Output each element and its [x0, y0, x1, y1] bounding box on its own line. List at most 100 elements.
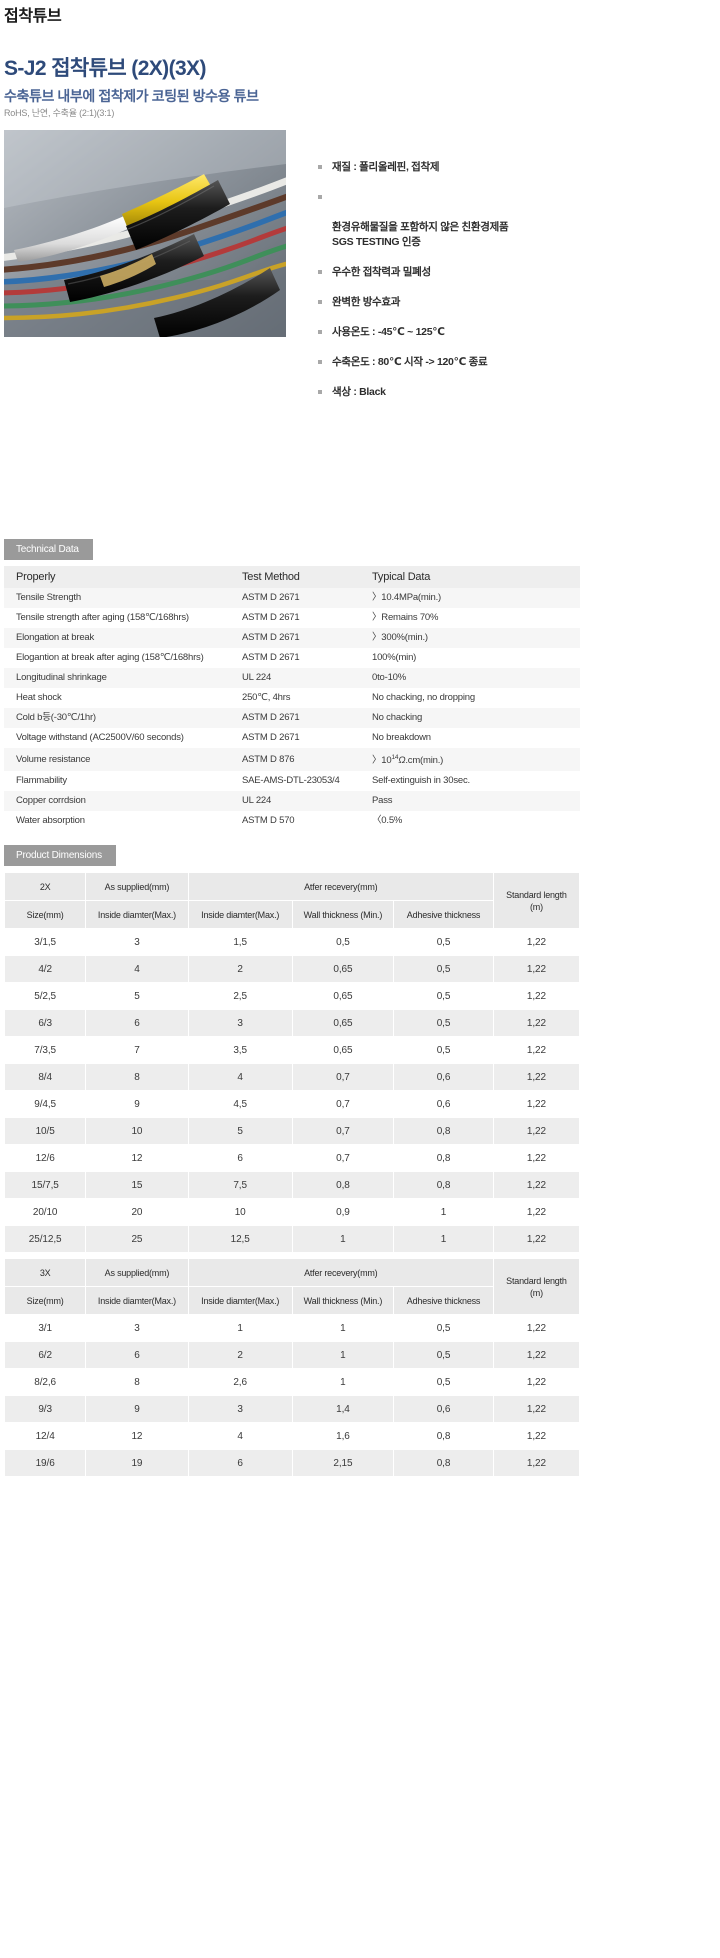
- cell-wall-thickness: 0,7: [291, 1063, 395, 1091]
- cell-size: 6/3: [3, 1009, 87, 1037]
- cell-test-method: SAE-AMS-DTL-23053/4: [242, 775, 340, 787]
- standard-length-line-2: (m): [530, 901, 543, 912]
- cell-inside-diameter-recovered: 1,5: [187, 928, 293, 956]
- cell-inside-diameter-recovered: 5: [187, 1117, 293, 1145]
- cell-typical-data: 0to-10%: [372, 672, 406, 683]
- table-row: Copper corrdsion UL 224 Pass: [4, 791, 580, 812]
- cell-size: 15/7,5: [3, 1171, 87, 1199]
- column-header-inside-diameter-recovered: Inside diamter(Max.): [187, 1286, 293, 1315]
- table-row: 8/2,6 8 2,6 1 0,5 1,22: [3, 1368, 581, 1396]
- cell-typical-data: Self-extinguish in 30sec.: [372, 775, 470, 787]
- cell-inside-diameter-recovered: 1: [187, 1314, 293, 1342]
- cell-property: Tensile Strength: [16, 592, 81, 603]
- cell-test-method: ASTM D 570: [242, 815, 295, 827]
- table-row: Cold b등(-30℃/1hr) ASTM D 2671 No chacking: [4, 708, 580, 728]
- column-header-inside-diameter-supplied: Inside diamter(Max.): [85, 900, 189, 929]
- bullet-icon: [318, 360, 322, 364]
- cell-standard-length: 1,22: [492, 1314, 581, 1342]
- cell-adhesive-thickness: 0,5: [393, 982, 494, 1010]
- feature-text: 재질 : 폴리올레핀, 접착제: [332, 161, 440, 173]
- cell-wall-thickness: 0,65: [291, 955, 395, 983]
- cell-wall-thickness: 0,65: [291, 1009, 395, 1037]
- cell-inside-diameter-supplied: 3: [85, 928, 189, 956]
- table-row: Flammability SAE-AMS-DTL-23053/4 Self-exti…: [4, 771, 580, 792]
- cell-inside-diameter-supplied: 19: [85, 1449, 189, 1477]
- table-row: Heat shock 250℃, 4hrs No chacking, no drop…: [4, 688, 580, 708]
- cell-typical-data: 〈0.5%: [372, 815, 403, 827]
- cell-wall-thickness: 1,6: [291, 1422, 395, 1450]
- cell-typical-data: 〉300%(min.): [372, 632, 428, 643]
- cell-inside-diameter-recovered: 4: [187, 1422, 293, 1450]
- cell-standard-length: 1,22: [492, 1171, 581, 1199]
- feature-text: 우수한 접착력과 밀폐성: [332, 266, 431, 278]
- cell-test-method: ASTM D 2671: [242, 592, 300, 603]
- cell-inside-diameter-recovered: 2: [187, 1341, 293, 1369]
- bullet-icon: [318, 195, 322, 199]
- cell-property: Heat shock: [16, 692, 62, 703]
- technical-data-badge: Technical Data: [4, 539, 93, 560]
- cell-property: Tensile strength after aging (158℃/168hr…: [16, 612, 189, 623]
- cell-wall-thickness: 2,15: [291, 1449, 395, 1477]
- cell-wall-thickness: 0,7: [291, 1117, 395, 1145]
- product-title: S-J2 접착튜브 (2X)(3X): [4, 57, 206, 80]
- cell-adhesive-thickness: 0,8: [393, 1171, 494, 1199]
- product-note: RoHS, 난연, 수축율 (2:1)(3:1): [4, 108, 115, 118]
- cell-wall-thickness: 0,7: [291, 1090, 395, 1118]
- cell-standard-length: 1,22: [492, 1368, 581, 1396]
- table-row: 15/7,5 15 7,5 0,8 0,8 1,22: [3, 1171, 581, 1199]
- cell-adhesive-thickness: 0,5: [393, 1009, 494, 1037]
- dimensions-table-2x: 2X As supplied(mm) Atfer recevery(mm) St…: [3, 872, 581, 1253]
- ratio-label-3x: 3X: [3, 1258, 87, 1287]
- feature-item: 완벽한 방수효과: [318, 295, 618, 310]
- column-header-adhesive-thickness: Adhesive thickness: [393, 900, 494, 929]
- product-subtitle: 수축튜브 내부에 접착제가 코팅된 방수용 튜브: [4, 88, 259, 104]
- standard-length-line-1: Standard length: [506, 1275, 567, 1286]
- cell-adhesive-thickness: 0,8: [393, 1117, 494, 1145]
- column-header-inside-diameter-supplied: Inside diamter(Max.): [85, 1286, 189, 1315]
- cell-size: 7/3,5: [3, 1036, 87, 1064]
- ratio-label-2x: 2X: [3, 872, 87, 901]
- cell-property: Elongation at break: [16, 632, 95, 643]
- cell-inside-diameter-recovered: 3: [187, 1009, 293, 1037]
- cell-standard-length: 1,22: [492, 1144, 581, 1172]
- cell-size: 9/4,5: [3, 1090, 87, 1118]
- table-row: 3/1 3 1 1 0,5 1,22: [3, 1314, 581, 1342]
- table-row: Voltage withstand (AC2500V/60 seconds) AS…: [4, 728, 580, 748]
- cell-inside-diameter-recovered: 2,5: [187, 982, 293, 1010]
- cell-typical-data: No chacking: [372, 712, 423, 723]
- cell-size: 4/2: [3, 955, 87, 983]
- feature-item: 우수한 접착력과 밀폐성: [318, 265, 618, 280]
- product-dimensions-badge: Product Dimensions: [4, 845, 116, 866]
- cell-inside-diameter-supplied: 8: [85, 1368, 189, 1396]
- cell-standard-length: 1,22: [492, 1009, 581, 1037]
- cell-adhesive-thickness: 0,5: [393, 1341, 494, 1369]
- cell-inside-diameter-recovered: 10: [187, 1198, 293, 1226]
- bullet-icon: [318, 390, 322, 394]
- table-row: Tensile Strength ASTM D 2671 〉10.4MPa(min.…: [4, 588, 580, 608]
- cell-size: 8/2,6: [3, 1368, 87, 1396]
- cell-property: Water absorption: [16, 815, 85, 827]
- table-row: 6/2 6 2 1 0,5 1,22: [3, 1341, 581, 1369]
- table-row: 7/3,5 7 3,5 0,65 0,5 1,22: [3, 1036, 581, 1064]
- cell-inside-diameter-supplied: 8: [85, 1063, 189, 1091]
- group-header-after-recovery: Atfer recevery(mm): [187, 1258, 494, 1287]
- cell-inside-diameter-recovered: 4,5: [187, 1090, 293, 1118]
- cell-test-method: UL 224: [242, 795, 272, 807]
- table-row: 25/12,5 25 12,5 1 1 1,22: [3, 1225, 581, 1253]
- table-row: 4/2 4 2 0,65 0,5 1,22: [3, 955, 581, 983]
- cell-property: Voltage withstand (AC2500V/60 seconds): [16, 732, 184, 743]
- dimensions-body-3x: 3/1 3 1 1 0,5 1,22 6/2 6 2 1 0,5 1,22 8/2,6 8 2,6 1 0,5 1…: [3, 1314, 581, 1477]
- cell-adhesive-thickness: 0,8: [393, 1144, 494, 1172]
- group-header-as-supplied: As supplied(mm): [85, 872, 189, 901]
- cell-standard-length: 1,22: [492, 1198, 581, 1226]
- cell-adhesive-thickness: 0,8: [393, 1449, 494, 1477]
- standard-length-line-1: Standard length: [506, 889, 567, 900]
- cell-wall-thickness: 1: [291, 1368, 395, 1396]
- table-group-header-row: 3X As supplied(mm) Atfer recevery(mm) St…: [3, 1258, 581, 1315]
- cell-wall-thickness: 1: [291, 1341, 395, 1369]
- cell-standard-length: 1,22: [492, 982, 581, 1010]
- column-header-typical-data: Typical Data: [372, 566, 580, 588]
- column-header-wall-thickness: Wall thickness (Min.): [291, 1286, 395, 1315]
- cell-size: 3/1: [3, 1314, 87, 1342]
- cell-standard-length: 1,22: [492, 1341, 581, 1369]
